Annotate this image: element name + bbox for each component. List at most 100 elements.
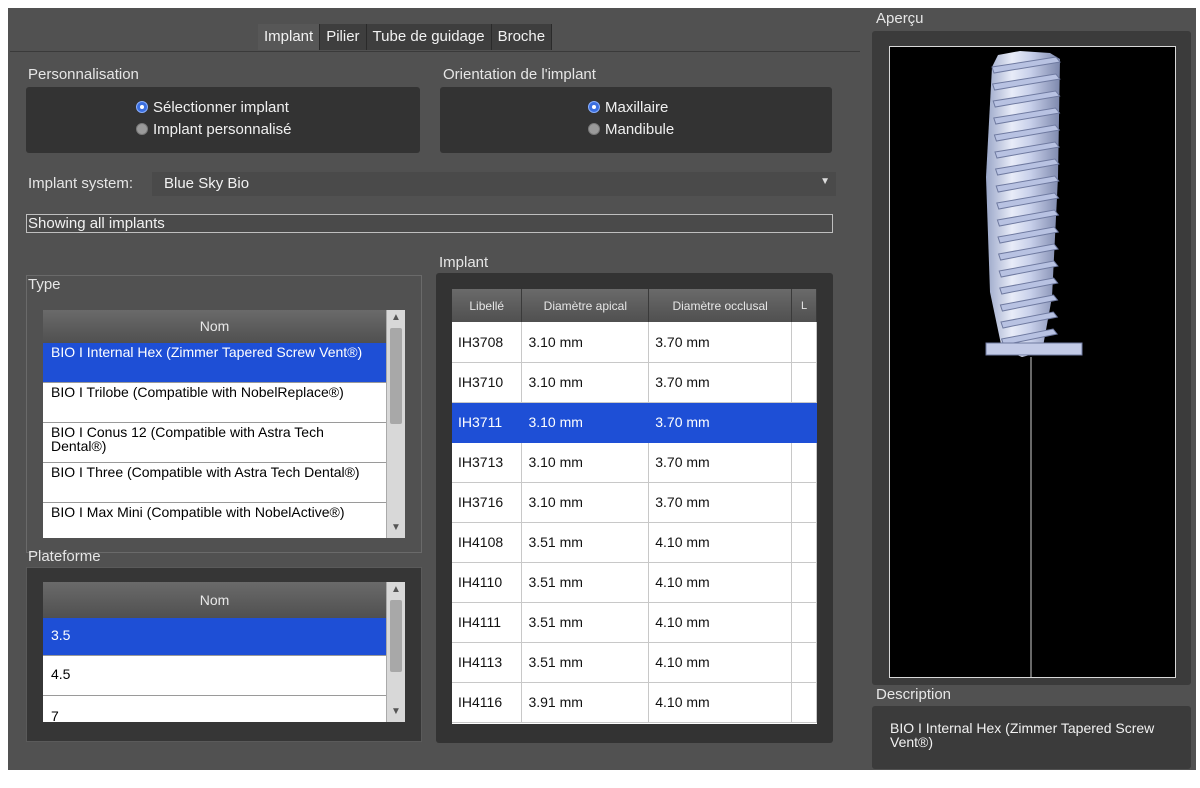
radio-custom-implant[interactable]: Implant personnalisé — [136, 118, 291, 140]
cell-longueur — [791, 522, 817, 563]
implant-system-value: Blue Sky Bio — [164, 175, 250, 192]
scroll-thumb[interactable] — [390, 600, 402, 672]
preview-title: Aperçu — [876, 10, 924, 27]
tab-broche[interactable]: Broche — [491, 24, 553, 50]
orientation-options: Maxillaire Mandibule — [588, 96, 674, 140]
chevron-down-icon: ▼ — [820, 176, 830, 187]
cell-libelle: IH3713 — [452, 442, 523, 483]
list-item[interactable]: BIO I Trilobe (Compatible with NobelRepl… — [43, 383, 386, 423]
scroll-up-icon[interactable]: ▲ — [391, 312, 401, 323]
table-row[interactable]: IH4110 3.51 mm 4.10 mm — [452, 562, 817, 603]
cell-libelle: IH3716 — [452, 482, 523, 523]
table-row[interactable]: IH4113 3.51 mm 4.10 mm — [452, 642, 817, 683]
scroll-thumb[interactable] — [390, 328, 402, 424]
table-row[interactable]: IH3716 3.10 mm 3.70 mm — [452, 482, 817, 523]
cell-longueur — [791, 482, 817, 523]
implant-dialog: Implant Pilier Tube de guidage Broche Pe… — [8, 8, 1196, 770]
table-row[interactable]: IH4108 3.51 mm 4.10 mm — [452, 522, 817, 563]
table-row[interactable]: IH4116 3.91 mm 4.10 mm — [452, 682, 817, 723]
type-list-header[interactable]: Nom — [43, 310, 386, 343]
type-scrollbar[interactable]: ▲ ▼ — [386, 310, 405, 538]
personalisation-group: Sélectionner implant Implant personnalis… — [26, 87, 420, 153]
cell-diametre-occlusal: 4.10 mm — [648, 642, 792, 683]
plateforme-list-items: 3.5 4.5 7 — [43, 618, 386, 722]
table-row[interactable]: IH4111 3.51 mm 4.10 mm — [452, 602, 817, 643]
radio-maxillaire[interactable]: Maxillaire — [588, 96, 674, 118]
table-row[interactable]: IH3713 3.10 mm 3.70 mm — [452, 442, 817, 483]
list-item[interactable]: 7 — [43, 696, 386, 722]
cell-diametre-occlusal: 4.10 mm — [648, 602, 792, 643]
cell-diametre-occlusal: 3.70 mm — [648, 442, 792, 483]
scroll-up-icon[interactable]: ▲ — [391, 584, 401, 595]
implant-table: Libellé Diamètre apical Diamètre occlusa… — [452, 289, 817, 723]
cell-longueur — [791, 442, 817, 483]
list-item[interactable]: BIO I Three (Compatible with Astra Tech … — [43, 463, 386, 503]
cell-diametre-apical: 3.91 mm — [521, 682, 650, 723]
cell-libelle: IH4108 — [452, 522, 523, 563]
list-item[interactable]: 3.5 — [43, 618, 386, 656]
column-header-libelle[interactable]: Libellé — [452, 289, 523, 322]
tab-divider — [10, 51, 860, 52]
implant-system-label: Implant system: — [28, 175, 134, 192]
plateforme-list-header[interactable]: Nom — [43, 582, 386, 618]
tab-pilier[interactable]: Pilier — [320, 24, 367, 50]
personalisation-options: Sélectionner implant Implant personnalis… — [136, 96, 291, 140]
type-list-items: BIO I Internal Hex (Zimmer Tapered Screw… — [43, 343, 386, 538]
cell-libelle: IH4113 — [452, 642, 523, 683]
column-header-diametre-apical[interactable]: Diamètre apical — [521, 289, 650, 322]
orientation-title: Orientation de l'implant — [443, 66, 596, 83]
plateforme-list: Nom 3.5 4.5 7 ▲ ▼ — [43, 582, 405, 722]
scroll-down-icon[interactable]: ▼ — [391, 522, 401, 533]
scroll-down-icon[interactable]: ▼ — [391, 706, 401, 717]
cell-diametre-occlusal: 3.70 mm — [648, 402, 792, 443]
table-row[interactable]: IH3708 3.10 mm 3.70 mm — [452, 322, 817, 363]
radio-checked-icon — [588, 101, 600, 113]
radio-unchecked-icon — [588, 123, 600, 135]
list-item[interactable]: BIO I Internal Hex (Zimmer Tapered Screw… — [43, 343, 386, 383]
description-panel: BIO I Internal Hex (Zimmer Tapered Screw… — [872, 706, 1191, 769]
plateforme-scrollbar[interactable]: ▲ ▼ — [386, 582, 405, 722]
list-item[interactable]: 4.5 — [43, 656, 386, 696]
radio-unchecked-icon — [136, 123, 148, 135]
radio-select-implant[interactable]: Sélectionner implant — [136, 96, 291, 118]
cell-diametre-apical: 3.51 mm — [521, 602, 650, 643]
cell-libelle: IH3711 — [452, 402, 523, 443]
cell-longueur — [791, 402, 817, 443]
cell-libelle: IH4110 — [452, 562, 523, 603]
cell-longueur — [791, 562, 817, 603]
tab-bar: Implant Pilier Tube de guidage Broche — [258, 24, 553, 50]
column-header-longueur[interactable]: L — [791, 289, 817, 322]
cell-diametre-apical: 3.51 mm — [521, 522, 650, 563]
cell-diametre-occlusal: 3.70 mm — [648, 322, 792, 363]
cell-longueur — [791, 322, 817, 363]
table-row[interactable]: IH3710 3.10 mm 3.70 mm — [452, 362, 817, 403]
preview-viewport[interactable] — [889, 46, 1176, 678]
cell-diametre-apical: 3.10 mm — [521, 442, 650, 483]
cell-longueur — [791, 682, 817, 723]
column-header-diametre-occlusal[interactable]: Diamètre occlusal — [648, 289, 792, 322]
cell-diametre-apical: 3.10 mm — [521, 402, 650, 443]
cell-libelle: IH3710 — [452, 362, 523, 403]
list-item[interactable]: BIO I Max Mini (Compatible with NobelAct… — [43, 503, 386, 538]
personalisation-title: Personnalisation — [28, 66, 139, 83]
cell-diametre-occlusal: 3.70 mm — [648, 362, 792, 403]
implant-table-title: Implant — [439, 254, 489, 271]
list-item[interactable]: BIO I Conus 12 (Compatible with Astra Te… — [43, 423, 386, 463]
description-title: Description — [876, 686, 952, 703]
implant-system-select[interactable]: Blue Sky Bio ▼ — [152, 172, 836, 196]
cell-diametre-occlusal: 4.10 mm — [648, 562, 792, 603]
type-title: Type — [28, 276, 61, 293]
tab-tube-de-guidage[interactable]: Tube de guidage — [366, 24, 492, 50]
filter-field[interactable]: Showing all implants — [26, 214, 833, 233]
cell-diametre-apical: 3.10 mm — [521, 362, 650, 403]
tab-implant[interactable]: Implant — [258, 24, 321, 50]
cell-libelle: IH4111 — [452, 602, 523, 643]
radio-mandibule[interactable]: Mandibule — [588, 118, 674, 140]
implant-3d-preview-icon — [985, 51, 1083, 677]
table-row[interactable]: IH3711 3.10 mm 3.70 mm — [452, 402, 817, 443]
cell-diametre-occlusal: 3.70 mm — [648, 482, 792, 523]
cell-diametre-apical: 3.51 mm — [521, 562, 650, 603]
cell-longueur — [791, 642, 817, 683]
orientation-group: Maxillaire Mandibule — [440, 87, 832, 153]
cell-longueur — [791, 362, 817, 403]
